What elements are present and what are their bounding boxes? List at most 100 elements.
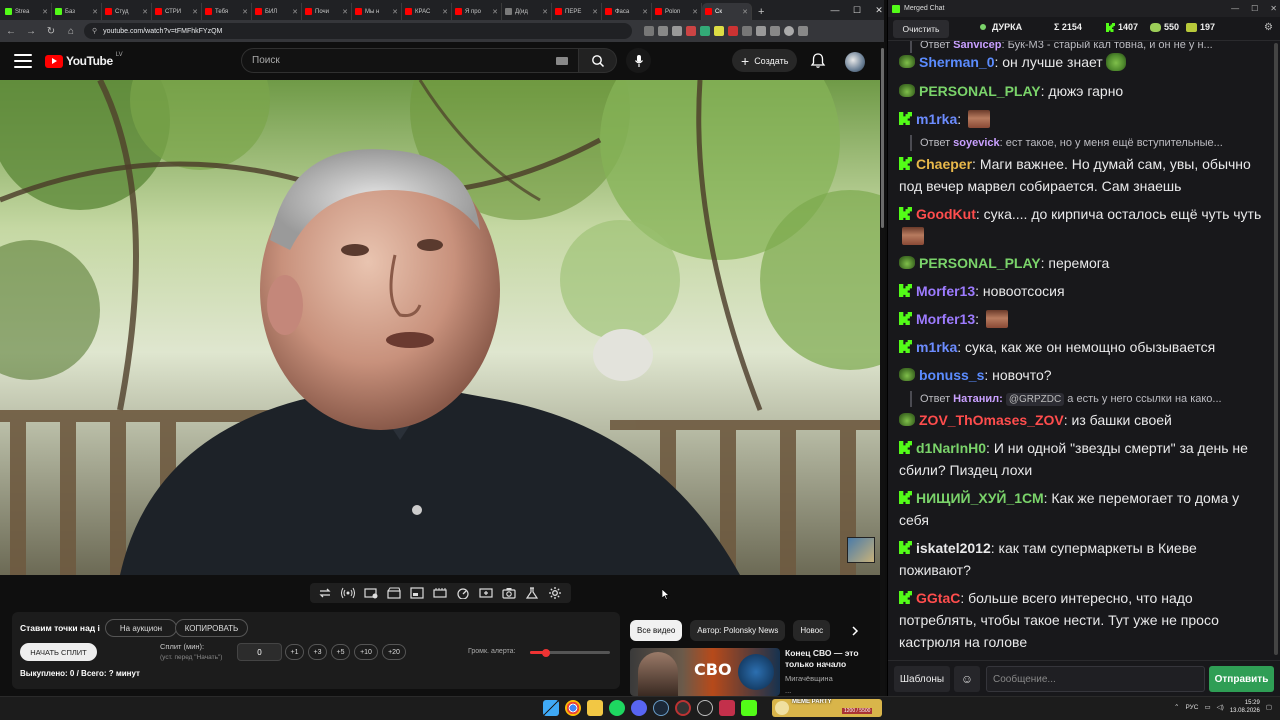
voice-search-button[interactable]	[626, 48, 651, 73]
message-input[interactable]: Сообщение...	[986, 666, 1205, 692]
add-20-min-button[interactable]: +20	[382, 644, 406, 660]
browser-tab[interactable]: Тебя ✕	[202, 3, 252, 20]
cinema-mode-icon[interactable]	[432, 585, 449, 602]
steam-icon[interactable]	[653, 700, 669, 716]
tab-close-icon[interactable]: ✕	[292, 8, 298, 16]
reload-icon[interactable]: ↻	[44, 24, 58, 38]
chat-username[interactable]: PERSONAL_PLAY	[919, 255, 1041, 271]
downloads-icon[interactable]	[770, 26, 780, 36]
page-scrollbar[interactable]	[880, 42, 885, 696]
create-button[interactable]: + Создать	[732, 49, 798, 72]
chat-scrollbar[interactable]	[1273, 41, 1279, 658]
tab-close-icon[interactable]: ✕	[92, 8, 98, 16]
volume-icon[interactable]: ◁)	[1217, 703, 1224, 711]
related-video-title[interactable]: Конец СВО — это только начало	[785, 648, 875, 670]
keyboard-icon[interactable]	[556, 56, 568, 65]
chat-message[interactable]: Sherman_0: он лучше знает	[899, 51, 1267, 73]
copy-button[interactable]: КОПИРОВАТЬ	[175, 619, 248, 637]
chat-message[interactable]: m1rka:	[899, 108, 1267, 130]
chip-all-videos[interactable]: Все видео	[630, 620, 683, 641]
menu-dots-icon[interactable]	[798, 26, 808, 36]
extension-icon[interactable]	[742, 26, 752, 36]
profile-icon[interactable]	[784, 26, 794, 36]
home-icon[interactable]: ⌂	[64, 24, 78, 38]
reply-preview[interactable]: Ответ soyevick: ест такое, но у меня ещё…	[910, 135, 1262, 151]
browser-tab[interactable]: Я про ✕	[452, 3, 502, 20]
chat-message[interactable]: GGtaC: больше всего интересно, что надо …	[899, 587, 1267, 653]
tab-close-icon[interactable]: ✕	[592, 8, 598, 16]
chat-username[interactable]: Morfer13	[916, 311, 975, 327]
maximize-icon[interactable]: ☐	[1251, 4, 1258, 13]
chat-username[interactable]: GGtaC	[916, 590, 960, 606]
search-button[interactable]	[579, 48, 617, 73]
tab-close-icon[interactable]: ✕	[692, 8, 698, 16]
chat-username[interactable]: ZOV_ThOmases_ZOV	[919, 412, 1064, 428]
playlist-settings-icon[interactable]	[363, 585, 380, 602]
add-3-min-button[interactable]: +3	[308, 644, 327, 660]
auction-button[interactable]: На аукцион	[105, 619, 177, 637]
language-indicator[interactable]: РУС	[1185, 704, 1198, 711]
back-icon[interactable]: ←	[4, 24, 18, 38]
extension-icon[interactable]	[686, 26, 696, 36]
loop-icon[interactable]	[317, 585, 334, 602]
install-icon[interactable]	[658, 26, 668, 36]
account-avatar[interactable]	[845, 52, 865, 72]
clapper-icon[interactable]	[386, 585, 403, 602]
browser-tab[interactable]: КРАС ✕	[402, 3, 452, 20]
chat-username[interactable]: iskatel2012	[916, 540, 991, 556]
browser-tab[interactable]: ПЕРЕ ✕	[552, 3, 602, 20]
chat-message[interactable]: PERSONAL_PLAY: дюжэ гарно	[899, 80, 1267, 102]
browser-tab[interactable]: Студ ✕	[102, 3, 152, 20]
chat-message[interactable]: НИЩИЙ_ХУЙ_1СМ: Как же перемогает то дома…	[899, 487, 1267, 531]
chat-username[interactable]: Morfer13	[916, 283, 975, 299]
network-icon[interactable]: ▭	[1204, 703, 1210, 711]
search-input[interactable]: Поиск	[241, 48, 579, 73]
chat-username[interactable]: m1rka	[916, 111, 957, 127]
add-to-playlist-icon[interactable]	[478, 585, 495, 602]
picture-in-picture-icon[interactable]	[409, 585, 426, 602]
video-player[interactable]	[0, 80, 880, 575]
extension-icon[interactable]	[728, 26, 738, 36]
alert-volume-handle[interactable]	[542, 648, 550, 657]
send-button[interactable]: Отправить	[1209, 666, 1274, 692]
spotify-icon[interactable]	[609, 700, 625, 716]
chevron-right-icon[interactable]	[846, 622, 864, 640]
notifications-bell-icon[interactable]	[810, 52, 826, 74]
chat-username[interactable]: Chaeper	[916, 156, 972, 172]
tab-close-icon[interactable]: ✕	[42, 8, 48, 16]
start-split-button[interactable]: НАЧАТЬ СПЛИТ	[20, 643, 97, 661]
chat-message[interactable]: m1rka: сука, как же он немощно обызывает…	[899, 336, 1267, 358]
tab-close-icon[interactable]: ✕	[542, 8, 548, 16]
maximize-icon[interactable]: ☐	[846, 0, 868, 20]
chat-message[interactable]: d1NarInH0: И ни одной "звезды смерти" за…	[899, 437, 1267, 481]
clock[interactable]: 15:29 13.08.2026	[1230, 699, 1260, 715]
tab-close-icon[interactable]: ✕	[342, 8, 348, 16]
chat-scrollbar-thumb[interactable]	[1274, 43, 1278, 655]
chat-message[interactable]: PERSONAL_PLAY: перемога	[899, 252, 1267, 274]
browser-tab[interactable]: Почи ✕	[302, 3, 352, 20]
site-info-icon[interactable]: ⚲	[92, 27, 97, 35]
chat-username[interactable]: НИЩИЙ_ХУЙ_1СМ	[916, 490, 1044, 506]
related-video-channel[interactable]: Мигачёвщина	[785, 674, 833, 683]
broadcast-icon[interactable]	[340, 585, 357, 602]
chip-news[interactable]: Новос	[793, 620, 831, 641]
chat-username[interactable]: d1NarInH0	[916, 440, 986, 456]
chat-username[interactable]: m1rka	[916, 339, 957, 355]
reply-preview[interactable]: Ответ Натанил: @GRPZDC а есть у него ссы…	[910, 391, 1262, 407]
extension-icon[interactable]	[714, 26, 724, 36]
media-app-icon[interactable]	[719, 700, 735, 716]
tab-close-icon[interactable]: ✕	[242, 8, 248, 16]
obs-icon[interactable]	[697, 700, 713, 716]
minimize-icon[interactable]: —	[824, 0, 846, 20]
browser-tab[interactable]: Фаса ✕	[602, 3, 652, 20]
speed-gauge-icon[interactable]	[455, 585, 472, 602]
kick-app-icon[interactable]	[741, 700, 757, 716]
zoom-icon[interactable]	[644, 26, 654, 36]
related-video-item[interactable]: СВО Конец СВО — это только начало Мигачё…	[630, 648, 880, 696]
close-icon[interactable]: ✕	[1270, 4, 1277, 13]
tab-close-icon[interactable]: ✕	[492, 8, 498, 16]
clear-chat-button[interactable]: Очистить	[893, 20, 949, 38]
chat-username[interactable]: bonuss_s	[919, 367, 984, 383]
chat-message[interactable]: Morfer13: новоотсосия	[899, 280, 1267, 302]
puzzle-icon[interactable]	[756, 26, 766, 36]
